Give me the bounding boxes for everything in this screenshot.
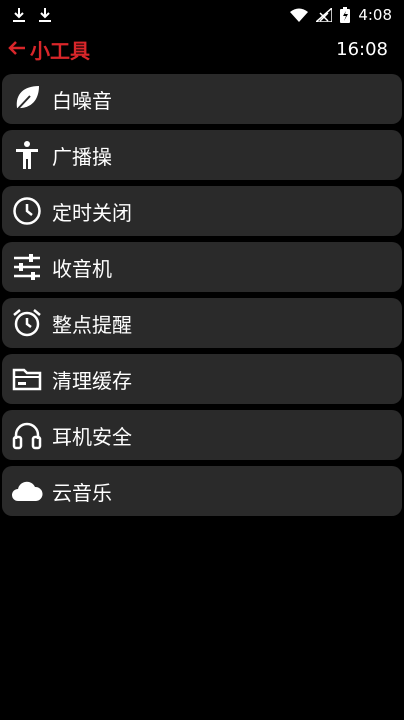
- status-bar: 4:08: [0, 0, 404, 30]
- wifi-icon: [290, 8, 309, 22]
- tool-label: 耳机安全: [52, 424, 132, 449]
- status-bar-left: [0, 7, 52, 23]
- folder-icon: [10, 362, 44, 396]
- back-button[interactable]: 小工具: [0, 35, 90, 64]
- download-icon: [12, 7, 26, 23]
- clock-icon: [10, 194, 44, 228]
- download-icon: [38, 7, 52, 23]
- tool-label: 广播操: [52, 144, 112, 169]
- headphones-icon: [10, 418, 44, 452]
- battery-icon: [340, 7, 351, 23]
- tool-label: 整点提醒: [52, 312, 132, 337]
- tool-label: 定时关闭: [52, 200, 132, 225]
- sliders-icon: [10, 250, 44, 284]
- tool-item-headphone-safety[interactable]: 耳机安全: [2, 410, 402, 460]
- tool-item-sleep-timer[interactable]: 定时关闭: [2, 186, 402, 236]
- tool-item-clear-cache[interactable]: 清理缓存: [2, 354, 402, 404]
- tool-label: 白噪音: [52, 88, 112, 113]
- tool-label: 清理缓存: [52, 368, 132, 393]
- tool-label: 收音机: [52, 256, 112, 281]
- header-clock: 16:08: [336, 38, 388, 60]
- tool-item-radio[interactable]: 收音机: [2, 242, 402, 292]
- tool-item-cloud-music[interactable]: 云音乐: [2, 466, 402, 516]
- tool-label: 云音乐: [52, 480, 112, 505]
- app-header: 小工具 16:08: [0, 32, 404, 66]
- leaf-icon: [10, 82, 44, 116]
- tool-item-white-noise[interactable]: 白噪音: [2, 74, 402, 124]
- alarm-icon: [10, 306, 44, 340]
- cloud-icon: [10, 474, 44, 508]
- arrow-left-icon: [8, 37, 26, 61]
- person-icon: [10, 138, 44, 172]
- signal-icon: [316, 8, 333, 22]
- status-time: 4:08: [358, 6, 392, 24]
- tool-item-radio-exercise[interactable]: 广播操: [2, 130, 402, 180]
- page-title: 小工具: [30, 38, 90, 63]
- status-bar-right: 4:08: [290, 6, 404, 24]
- tool-item-hourly-reminder[interactable]: 整点提醒: [2, 298, 402, 348]
